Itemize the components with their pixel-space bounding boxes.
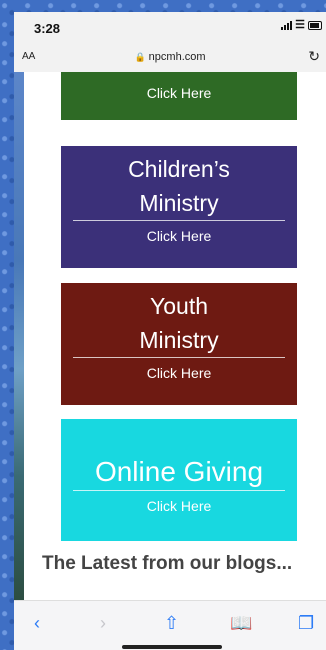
tile-cta[interactable]: Click Here <box>61 78 297 108</box>
back-icon[interactable]: ‹ <box>34 613 40 634</box>
battery-icon <box>308 20 322 30</box>
tile-title-line1: Youth <box>150 293 208 319</box>
url-text: npcmh.com <box>148 51 206 63</box>
tile-title: Online Giving <box>94 456 264 487</box>
tile-title: Children’s Ministry <box>61 146 297 220</box>
tile-title-line2: Ministry <box>139 190 219 216</box>
tile-title-line1: Children’s <box>128 156 230 182</box>
status-icons: ☰ <box>281 19 322 31</box>
wifi-icon: ☰ <box>295 19 305 31</box>
lock-icon: 🔒 <box>134 52 146 62</box>
home-indicator[interactable] <box>122 645 222 649</box>
background-photo-strip <box>14 72 24 612</box>
blogs-heading: The Latest from our blogs... <box>42 553 293 574</box>
tile-cta[interactable]: Click Here <box>61 221 297 251</box>
safari-toolbar: ‹ › ⇧ 📖 ❐ <box>14 600 326 650</box>
tile-cta[interactable]: Click Here <box>61 358 297 388</box>
page-content: Click Here Children’s Ministry Click Her… <box>24 72 326 612</box>
online-giving-tile[interactable]: Online Giving Click Here <box>61 419 297 541</box>
url-field[interactable]: 🔒 npcmh.com <box>14 51 326 63</box>
forward-icon[interactable]: › <box>100 613 106 634</box>
tabs-icon[interactable]: ❐ <box>298 613 314 634</box>
tile-cta[interactable]: Click Here <box>61 491 297 521</box>
childrens-ministry-tile[interactable]: Children’s Ministry Click Here <box>61 146 297 268</box>
reload-icon[interactable]: ↻ <box>308 48 320 65</box>
status-bar: 3:28 ☰ <box>14 12 326 42</box>
share-icon[interactable]: ⇧ <box>164 613 179 634</box>
tile-title: Youth Ministry <box>61 283 297 357</box>
green-ministry-tile[interactable]: Click Here <box>61 72 297 120</box>
bookmarks-icon[interactable]: 📖 <box>230 613 252 634</box>
status-time: 3:28 <box>34 21 61 36</box>
url-bar[interactable]: AA 🔒 npcmh.com ↻ <box>14 42 326 73</box>
tile-title-line2: Ministry <box>139 327 219 353</box>
signal-icon <box>281 20 293 30</box>
phone-screen: 3:28 ☰ AA 🔒 npcmh.com ↻ Click Here Childr… <box>14 12 326 650</box>
youth-ministry-tile[interactable]: Youth Ministry Click Here <box>61 283 297 405</box>
